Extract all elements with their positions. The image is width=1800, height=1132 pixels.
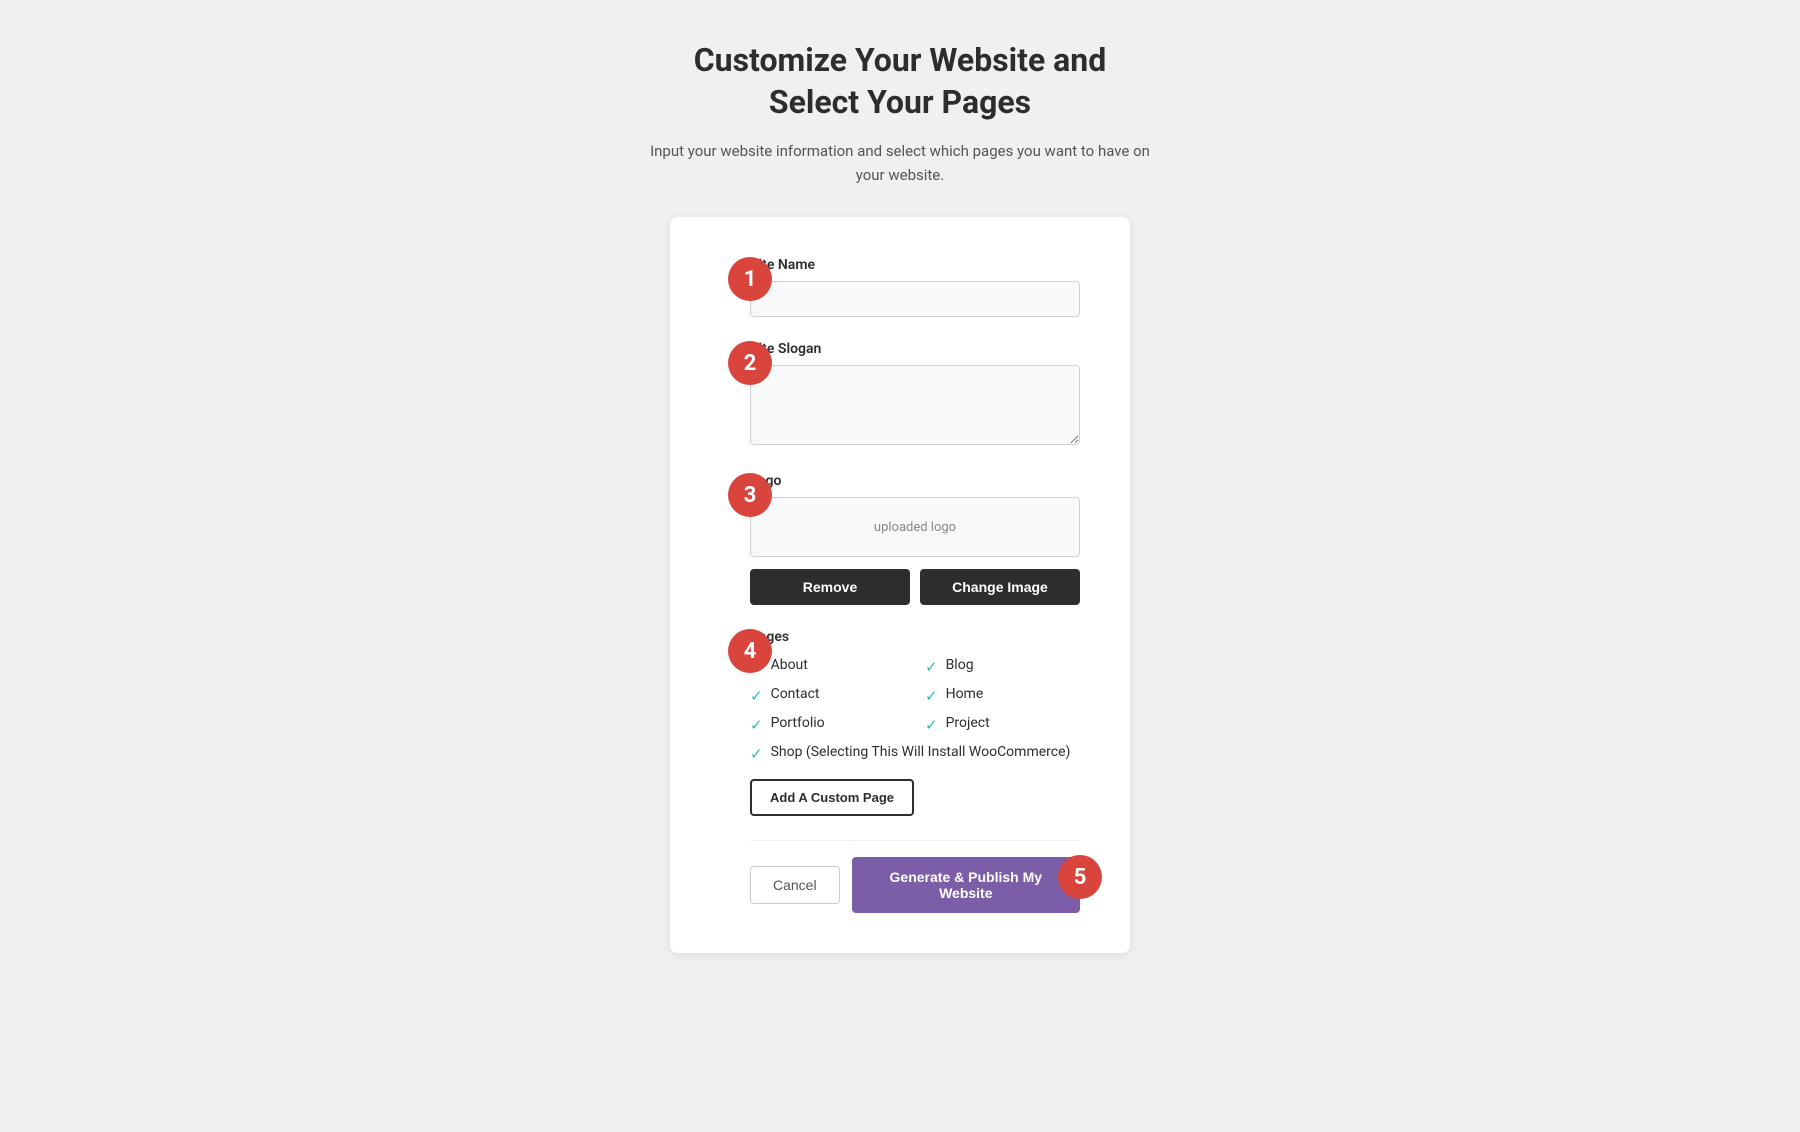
pages-label: Pages [750, 629, 1080, 645]
site-name-section: 1 Site Name [750, 257, 1080, 317]
page-label-contact: Contact [771, 686, 820, 702]
step-5-badge: 5 [1058, 855, 1102, 899]
change-image-button[interactable]: Change Image [920, 569, 1080, 605]
site-name-input[interactable] [750, 281, 1080, 317]
page-header: Customize Your Website and Select Your P… [650, 40, 1150, 187]
site-slogan-section: 2 Site Slogan [750, 341, 1080, 449]
checkmark-home: ✓ [925, 687, 938, 705]
logo-buttons: Remove Change Image [750, 569, 1080, 605]
page-title: Customize Your Website and Select Your P… [650, 40, 1150, 123]
page-label-home: Home [946, 686, 984, 702]
page-item-blog[interactable]: ✓ Blog [925, 657, 1080, 676]
checkmark-shop: ✓ [750, 745, 763, 763]
logo-label: Logo [750, 473, 1080, 489]
page-subtitle: Input your website information and selec… [650, 139, 1150, 187]
form-card: 1 Site Name 2 Site Slogan 3 Logo uploade… [670, 217, 1130, 953]
remove-button[interactable]: Remove [750, 569, 910, 605]
page-item-home[interactable]: ✓ Home [925, 686, 1080, 705]
page-label-project: Project [946, 715, 990, 731]
page-item-shop[interactable]: ✓ Shop (Selecting This Will Install WooC… [750, 744, 1080, 763]
site-slogan-input[interactable] [750, 365, 1080, 445]
step-3-badge: 3 [728, 473, 772, 517]
pages-grid: ✓ About ✓ Blog ✓ Contact ✓ Home ✓ Portfo… [750, 657, 1080, 763]
page-item-project[interactable]: ✓ Project [925, 715, 1080, 734]
form-footer: Cancel Generate & Publish My Website 5 [750, 840, 1080, 913]
add-custom-page-button[interactable]: Add A Custom Page [750, 779, 914, 816]
generate-button[interactable]: Generate & Publish My Website [852, 857, 1080, 913]
step-2-badge: 2 [728, 341, 772, 385]
site-name-label: Site Name [750, 257, 1080, 273]
checkmark-blog: ✓ [925, 658, 938, 676]
checkmark-contact: ✓ [750, 687, 763, 705]
logo-preview: uploaded logo [750, 497, 1080, 557]
page-item-about[interactable]: ✓ About [750, 657, 905, 676]
step-4-badge: 4 [728, 629, 772, 673]
page-label-blog: Blog [946, 657, 974, 673]
page-item-contact[interactable]: ✓ Contact [750, 686, 905, 705]
page-label-shop: Shop (Selecting This Will Install WooCom… [771, 744, 1071, 760]
logo-section: 3 Logo uploaded logo Remove Change Image [750, 473, 1080, 605]
page-label-about: About [771, 657, 808, 673]
site-slogan-label: Site Slogan [750, 341, 1080, 357]
pages-section: 4 Pages ✓ About ✓ Blog ✓ Contact ✓ Home … [750, 629, 1080, 816]
checkmark-portfolio: ✓ [750, 716, 763, 734]
checkmark-project: ✓ [925, 716, 938, 734]
cancel-button[interactable]: Cancel [750, 866, 840, 904]
page-item-portfolio[interactable]: ✓ Portfolio [750, 715, 905, 734]
page-label-portfolio: Portfolio [771, 715, 825, 731]
step-1-badge: 1 [728, 257, 772, 301]
logo-placeholder-text: uploaded logo [874, 520, 956, 535]
